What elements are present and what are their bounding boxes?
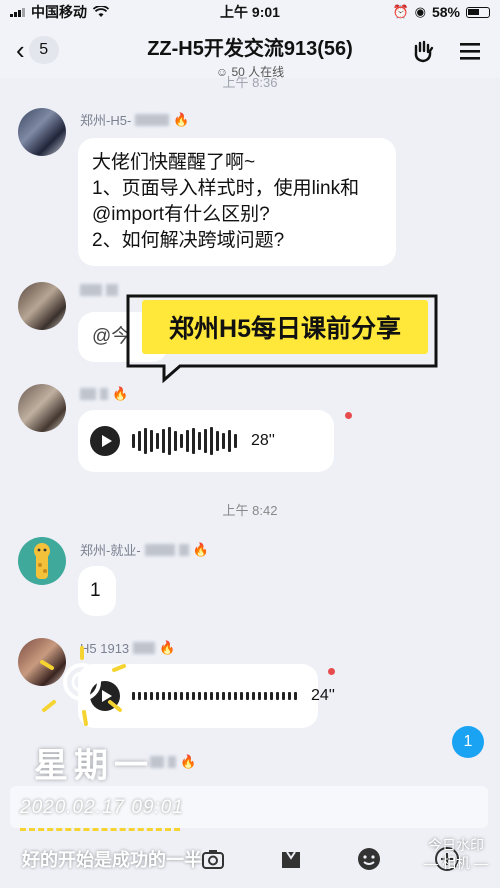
voice-duration: 24'' bbox=[311, 687, 335, 704]
avatar[interactable] bbox=[18, 537, 66, 585]
waveform-bar bbox=[210, 427, 213, 455]
voice-message[interactable]: 28'' bbox=[78, 410, 334, 472]
avatar[interactable] bbox=[18, 384, 66, 432]
waveform-bar bbox=[246, 692, 249, 700]
waveform bbox=[132, 692, 297, 700]
status-time: 上午 9:01 bbox=[220, 4, 280, 20]
battery-icon bbox=[466, 6, 490, 18]
waveform-bar bbox=[198, 692, 201, 700]
waveform-bar bbox=[216, 431, 219, 451]
voice-duration: 28'' bbox=[251, 432, 275, 449]
waveform-bar bbox=[156, 692, 159, 700]
group-hand-icon[interactable] bbox=[410, 38, 436, 64]
unread-dot bbox=[328, 668, 335, 675]
avatar[interactable] bbox=[18, 108, 66, 156]
message-bubble[interactable]: 大佬们快醒醒了啊~ 1、页面导入样式时，使用link和 @import有什么区别… bbox=[78, 138, 396, 266]
waveform-bar bbox=[204, 429, 207, 453]
waveform-bar bbox=[264, 692, 267, 700]
waveform-bar bbox=[174, 692, 177, 700]
waveform-bar bbox=[168, 692, 171, 700]
waveform-bar bbox=[180, 692, 183, 700]
flame-icon: 🔥 bbox=[173, 111, 190, 127]
avatar[interactable] bbox=[18, 282, 66, 330]
sender-name: 🔥 bbox=[150, 754, 196, 770]
waveform-bar bbox=[150, 430, 153, 452]
waveform-bar bbox=[144, 428, 147, 454]
watermark-weekday: 星期一 bbox=[34, 747, 154, 785]
waveform-bar bbox=[210, 692, 213, 700]
waveform-bar bbox=[288, 692, 291, 700]
waveform-bar bbox=[192, 428, 195, 454]
emoji-icon[interactable] bbox=[356, 846, 382, 872]
menu-icon[interactable] bbox=[458, 41, 482, 61]
watermark-slogan: 好的开始是成功的一半 bbox=[22, 850, 202, 870]
waveform-bar bbox=[204, 692, 207, 700]
waveform-bar bbox=[258, 692, 261, 700]
waveform-bar bbox=[132, 434, 135, 448]
waveform-bar bbox=[216, 692, 219, 700]
sender-name: 郑州-就业- 🔥 bbox=[80, 541, 209, 559]
camera-icon[interactable] bbox=[200, 846, 226, 872]
flame-icon: 🔥 bbox=[192, 541, 209, 557]
watermark-divider bbox=[20, 828, 180, 831]
waveform bbox=[132, 427, 237, 455]
waveform-bar bbox=[252, 692, 255, 700]
flame-icon: 🔥 bbox=[180, 754, 197, 769]
waveform-bar bbox=[234, 692, 237, 700]
unread-dot bbox=[345, 412, 352, 419]
chat-header: ‹ 5 ZZ-H5开发交流913(56) ☺ 50 人在线 bbox=[0, 24, 500, 79]
sender-name bbox=[80, 284, 118, 296]
sender-name: 🔥 bbox=[80, 386, 128, 402]
time-divider: 上午 8:42 bbox=[222, 503, 278, 518]
watermark-datetime: 2020.02.17 09:01 bbox=[20, 797, 184, 818]
waveform-bar bbox=[162, 692, 165, 700]
waveform-bar bbox=[222, 433, 225, 449]
waveform-bar bbox=[144, 692, 147, 700]
waveform-bar bbox=[174, 431, 177, 451]
waveform-bar bbox=[162, 429, 165, 453]
waveform-bar bbox=[186, 430, 189, 452]
waveform-bar bbox=[168, 427, 171, 455]
waveform-bar bbox=[228, 430, 231, 452]
waveform-bar bbox=[192, 692, 195, 700]
waveform-bar bbox=[180, 434, 183, 448]
waveform-bar bbox=[198, 432, 201, 450]
play-icon[interactable] bbox=[90, 426, 120, 456]
waveform-bar bbox=[270, 692, 273, 700]
waveform-bar bbox=[282, 692, 285, 700]
new-message-badge[interactable]: 1 bbox=[452, 726, 484, 758]
waveform-bar bbox=[138, 431, 141, 451]
sender-name: 郑州-H5- 🔥 bbox=[80, 111, 190, 129]
giraffe-icon bbox=[34, 543, 50, 579]
watermark-logo: 今日水印 — 相机 — bbox=[424, 837, 488, 871]
sun-doodle-icon bbox=[40, 646, 126, 726]
flame-icon: 🔥 bbox=[112, 386, 129, 401]
share-banner: 郑州H5每日课前分享 bbox=[142, 300, 428, 354]
message-bubble[interactable]: 1 bbox=[78, 566, 116, 616]
gift-icon[interactable] bbox=[278, 846, 304, 872]
time-divider: 上午 8:36 bbox=[222, 75, 278, 90]
flame-icon: 🔥 bbox=[159, 640, 176, 655]
waveform-bar bbox=[150, 692, 153, 700]
waveform-bar bbox=[294, 692, 297, 700]
waveform-bar bbox=[240, 692, 243, 700]
status-bar: 中国移动 上午 9:01 ⏰ ◉ 58% bbox=[0, 0, 500, 24]
waveform-bar bbox=[156, 433, 159, 449]
waveform-bar bbox=[222, 692, 225, 700]
waveform-bar bbox=[186, 692, 189, 700]
waveform-bar bbox=[228, 692, 231, 700]
waveform-bar bbox=[276, 692, 279, 700]
waveform-bar bbox=[234, 434, 237, 448]
